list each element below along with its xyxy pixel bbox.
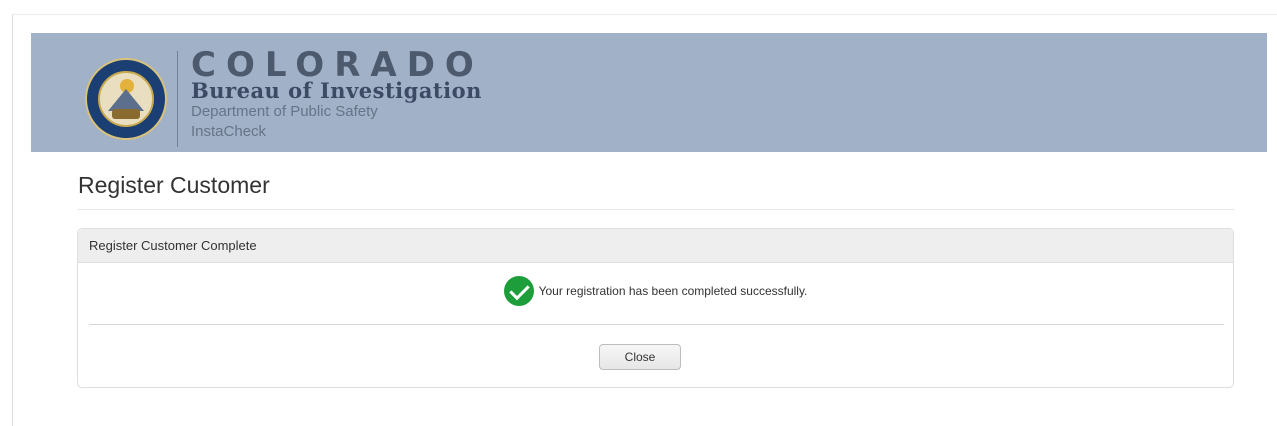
panel-divider [89,324,1224,325]
seal-base-icon [112,109,140,119]
registration-complete-panel: Register Customer Complete Your registra… [77,228,1234,388]
seal-emblem [98,71,154,127]
header-divider [177,51,178,147]
title-divider [78,209,1234,210]
site-header: COLORADO Bureau of Investigation Departm… [31,33,1267,152]
brand-app-name: InstaCheck [191,123,267,140]
close-button[interactable]: Close [599,344,681,370]
page-title: Register Customer [78,172,270,198]
brand-bureau: Bureau of Investigation [191,78,482,103]
check-circle-icon [503,276,534,306]
success-message-row: Your registration has been completed suc… [78,275,1233,307]
success-message: Your registration has been completed suc… [538,284,808,298]
cbi-seal-logo [85,58,167,140]
panel-header: Register Customer Complete [78,229,1233,263]
seal-mountain-icon [108,89,144,111]
brand-department: Department of Public Safety [191,103,378,120]
